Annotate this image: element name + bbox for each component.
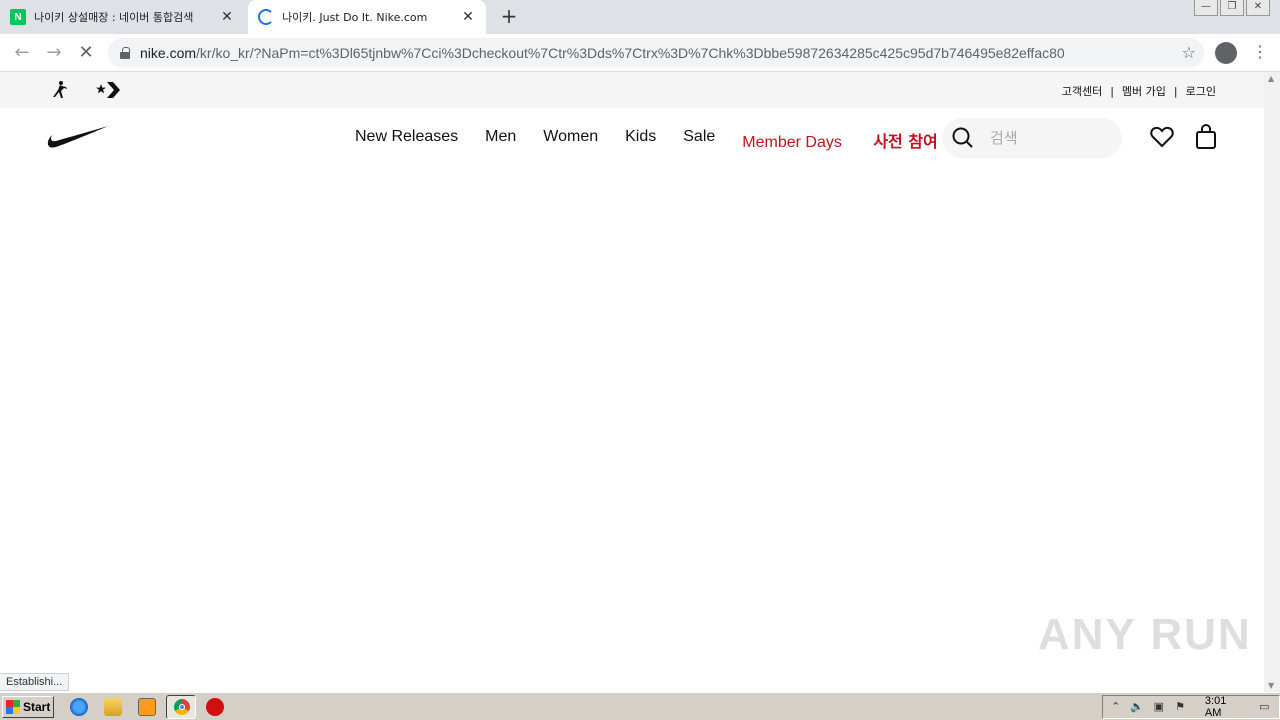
anyrun-watermark: ANY RUN [1038,610,1252,659]
search-box[interactable] [942,118,1122,158]
nav-sale[interactable]: Sale [683,128,715,152]
tray-expand-icon[interactable]: ⌃ [1109,700,1122,714]
member-days-label: Member Days [742,134,842,151]
system-tray: ⌃ 🔈 ▣ ⚑ 3:01 AM ▭ [1102,695,1280,719]
nav-new-releases[interactable]: New Releases [355,128,458,152]
screen: N 나이키 상설매장 : 네이버 통합검색 ✕ 나이키. Just Do It.… [0,0,1280,720]
stop-loading-button[interactable]: ✕ [74,42,98,64]
customer-service-link[interactable]: 고객센터 [1062,83,1102,99]
forward-button[interactable]: → [42,42,66,64]
close-window-button[interactable]: ✕ [1246,0,1270,16]
windows-taskbar: Start ⌃ 🔈 ▣ ⚑ 3:01 AM ▭ [0,692,1280,720]
action-center-flag-icon[interactable]: ⚑ [1174,700,1187,714]
lock-icon[interactable] [120,47,130,59]
search-icon[interactable] [952,127,974,149]
browser-tabstrip: N 나이키 상설매장 : 네이버 통합검색 ✕ 나이키. Just Do It.… [0,0,1280,34]
scroll-up-arrow-icon[interactable]: ▲ [1268,74,1274,83]
naver-icon: N [10,9,26,25]
tab-title: 나이키 상설매장 : 네이버 통합검색 [34,11,194,24]
minimize-button[interactable]: — [1194,0,1218,16]
loading-spinner-icon [258,9,274,25]
nav-links: New Releases Men Women Kids Sale Member … [355,128,938,152]
start-button[interactable]: Start [2,696,54,718]
browser-status-text: Establishi... [0,673,70,691]
network-icon[interactable]: ▣ [1152,700,1165,714]
restore-button[interactable]: ❐ [1220,0,1244,16]
tab-title: 나이키. Just Do It. Nike.com [282,11,428,24]
bookmark-star-icon[interactable]: ☆ [1182,43,1196,62]
utility-links: 고객센터 | 멤버 가입 | 로그인 [1062,83,1216,99]
heart-favorites-icon[interactable] [1150,126,1174,148]
member-days-suffix: 사전 참여 [873,132,938,151]
browser-menu-icon[interactable]: ⋮ [1252,42,1268,61]
page-scrollbar[interactable]: ▲ ▼ [1264,72,1280,692]
start-label: Start [23,700,51,714]
browser-toolbar: ← → ✕ nike.com/kr/ko_kr/?NaPm=ct%3Dl65tj… [0,34,1280,72]
profile-avatar-icon[interactable] [1215,42,1237,64]
nike-swoosh-logo-icon[interactable] [47,126,109,148]
media-player-icon[interactable] [138,698,156,716]
nav-men[interactable]: Men [485,128,516,152]
back-button[interactable]: ← [10,42,34,64]
tab-naver-search[interactable]: N 나이키 상설매장 : 네이버 통합검색 ✕ [0,0,245,34]
url-path: /kr/ko_kr/?NaPm=ct%3Dl65tjnbw%7Cci%3Dche… [196,45,1065,61]
shopping-bag-icon[interactable] [1195,124,1217,150]
opera-icon[interactable] [206,698,224,716]
nav-kids[interactable]: Kids [625,128,656,152]
address-bar[interactable]: nike.com/kr/ko_kr/?NaPm=ct%3Dl65tjnbw%7C… [108,38,1204,68]
nike-utility-bar: 고객센터 | 멤버 가입 | 로그인 [0,72,1264,108]
show-desktop-icon[interactable]: ▭ [1258,700,1271,714]
close-tab-icon[interactable]: ✕ [219,9,235,25]
url-text: nike.com/kr/ko_kr/?NaPm=ct%3Dl65tjnbw%7C… [140,45,1065,61]
internet-explorer-icon[interactable] [70,698,88,716]
jordan-logo-icon[interactable] [50,80,70,100]
close-tab-icon[interactable]: ✕ [460,9,476,25]
tab-nike[interactable]: 나이키. Just Do It. Nike.com ✕ [248,0,486,34]
separator: | [1173,84,1178,98]
scroll-down-arrow-icon[interactable]: ▼ [1268,681,1274,690]
separator: | [1110,84,1114,98]
search-input[interactable] [990,129,1110,147]
chrome-icon-center [179,704,185,710]
windows-logo-icon [6,700,20,714]
volume-icon[interactable]: 🔈 [1130,700,1144,714]
window-controls: — ❐ ✕ [1194,0,1270,16]
converse-logo-icon[interactable] [96,80,120,100]
join-member-link[interactable]: 멤버 가입 [1122,83,1166,99]
file-explorer-icon[interactable] [104,698,122,716]
url-host: nike.com [140,45,197,61]
login-link[interactable]: 로그인 [1186,83,1216,99]
nike-main-nav: New Releases Men Women Kids Sale Member … [0,108,1264,168]
new-tab-button[interactable]: + [498,6,520,28]
nav-member-days[interactable]: Member Days 사전 참여 [742,128,937,152]
nav-women[interactable]: Women [543,128,598,152]
chrome-taskbar-button[interactable] [166,695,196,719]
clock[interactable]: 3:01 AM [1205,695,1244,719]
